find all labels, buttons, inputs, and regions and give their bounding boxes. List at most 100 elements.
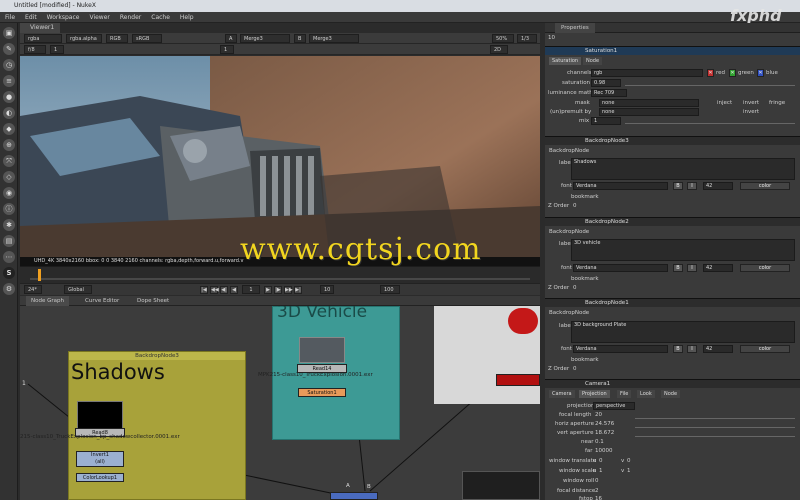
projection-select[interactable]: perspective [593,402,635,410]
particles-icon[interactable]: ✱ [3,219,15,231]
end-frame-field[interactable]: 100 [380,285,400,294]
camera-node-icon[interactable] [508,308,538,334]
mix-slider[interactable] [625,118,795,124]
backdrop2-color-button[interactable]: color [740,264,790,272]
other-icon[interactable]: ⋯ [3,251,15,263]
menu-workspace[interactable]: Workspace [42,12,85,23]
red-checkbox[interactable]: ✕ [707,69,714,77]
first-frame-icon[interactable]: |◀ [200,286,208,294]
horiz-aperture-slider[interactable] [635,422,795,428]
channels-select[interactable]: rgba [24,34,62,43]
time-icon[interactable]: ◷ [3,59,15,71]
backdrop1-label-field[interactable]: 3D background Plate [571,321,795,343]
node-graph-canvas[interactable]: BackdropNode3 Shadows Read8 215-class10_… [20,306,540,500]
focal-distance-field[interactable]: 2 [595,488,599,494]
backdrop1-bookmark[interactable]: bookmark [571,357,599,363]
view-mode-select[interactable]: 2D [490,45,508,54]
menu-render[interactable]: Render [115,12,146,23]
scope-select[interactable]: Global [64,285,92,294]
saturation1-node[interactable]: Saturation1 [298,388,346,397]
italic-icon[interactable]: I [687,182,697,190]
mask-select[interactable]: none [599,99,699,107]
tab-look[interactable]: Look [637,390,655,398]
backdrop1-panel-header[interactable]: BackdropNode1 [545,298,800,307]
next-frame-icon[interactable]: |▶ [274,286,282,294]
lut-select[interactable]: sRGB [132,34,162,43]
saturation-field[interactable]: 0.98 [591,79,621,87]
alpha-select[interactable]: rgba.alpha [66,34,102,43]
timeline[interactable] [20,266,540,283]
backdrop3-bookmark[interactable]: bookmark [571,194,599,200]
tab-node[interactable]: Node [661,390,681,398]
backdrop3-font-size[interactable]: 42 [703,182,733,190]
zoom-select[interactable]: 50% [492,34,514,43]
prev-frame-icon[interactable]: ◀| [220,286,228,294]
viewer-tab[interactable]: Viewer1 [20,23,60,33]
colorlookup-node[interactable]: ColorLookup1 [76,473,124,482]
backdrop3-panel-header[interactable]: BackdropNode3 [545,136,800,145]
max-panels-field[interactable]: 10 [548,35,555,41]
menu-help[interactable]: Help [175,12,199,23]
backdrop1-font-select[interactable]: Verdana [573,345,668,353]
blue-checkbox[interactable]: ✕ [757,69,764,77]
backdrop2-bookmark[interactable]: bookmark [571,276,599,282]
camera-panel-header[interactable]: Camera1 [545,379,800,388]
next-key-icon[interactable]: ▶▶ [284,286,293,294]
channel-icon[interactable]: ≡ [3,75,15,87]
invert1-node[interactable]: Invert1 (all) [76,451,124,467]
settings-icon[interactable]: ⚙ [3,283,15,295]
tab-properties[interactable]: Properties [555,23,595,33]
tab-node[interactable]: Node [583,57,603,65]
tab-curve-editor[interactable]: Curve Editor [80,296,124,306]
script-icon[interactable]: S [3,267,15,279]
vert-aperture-slider[interactable] [635,431,795,437]
window-scale-v-field[interactable]: 1 [627,468,631,474]
focal-length-slider[interactable] [635,413,795,419]
fstop-field[interactable]: 16 [595,496,602,500]
backdrop2-panel-header[interactable]: BackdropNode2 [545,217,800,226]
channels-select[interactable]: rgb [591,69,703,77]
backdrop2-label-field[interactable]: 3D vehicle [571,239,795,261]
backdrop2-font-size[interactable]: 42 [703,264,733,272]
3d-icon[interactable]: ◇ [3,171,15,183]
gain-field[interactable]: 1 [50,45,64,54]
scene-node[interactable] [496,374,540,386]
tab-file[interactable]: File [617,390,632,398]
tab-dope-sheet[interactable]: Dope Sheet [132,296,174,306]
italic-icon[interactable]: I [687,345,697,353]
tab-projection[interactable]: Projection [579,390,610,398]
frame-display[interactable]: f/8 [24,45,46,54]
image-icon[interactable]: ▣ [3,27,15,39]
transform-icon[interactable]: ⤧ [3,155,15,167]
menu-file[interactable]: File [0,12,20,23]
near-field[interactable]: 0.1 [595,439,604,445]
backdrop3-color-button[interactable]: color [740,182,790,190]
tab-saturation[interactable]: Saturation [549,57,582,65]
vert-aperture-field[interactable]: 18.672 [595,430,614,436]
green-checkbox[interactable]: ✕ [729,69,736,77]
menu-viewer[interactable]: Viewer [84,12,114,23]
backdrop1-tab[interactable]: BackdropNode [549,310,589,316]
mini-map[interactable] [462,471,540,500]
menu-edit[interactable]: Edit [20,12,42,23]
window-translate-v-field[interactable]: 0 [627,458,631,464]
colorspace-select[interactable]: RGB [106,34,128,43]
play-icon[interactable]: ▶ [264,286,272,294]
draw-icon[interactable]: ✎ [3,43,15,55]
backdrop1-zorder-field[interactable]: 0 [573,366,577,372]
toolsets-icon[interactable]: ▤ [3,235,15,247]
fps-field[interactable]: 24* [24,285,42,294]
menu-cache[interactable]: Cache [146,12,175,23]
backdrop2-tab[interactable]: BackdropNode [549,229,589,235]
metadata-icon[interactable]: ⓘ [3,203,15,215]
focal-length-field[interactable]: 20 [595,412,602,418]
backdrop3-label-field[interactable]: Shadows [571,158,795,180]
tab-camera[interactable]: Camera [549,390,575,398]
tab-node-graph[interactable]: Node Graph [26,296,69,306]
input-a-select[interactable]: Merge3 [240,34,290,43]
merge-node[interactable] [330,492,378,500]
window-roll-field[interactable]: 0 [595,478,599,484]
last-frame-icon[interactable]: ▶| [294,286,302,294]
luminance-select[interactable]: Rec 709 [591,89,627,97]
bold-icon[interactable]: B [673,182,683,190]
